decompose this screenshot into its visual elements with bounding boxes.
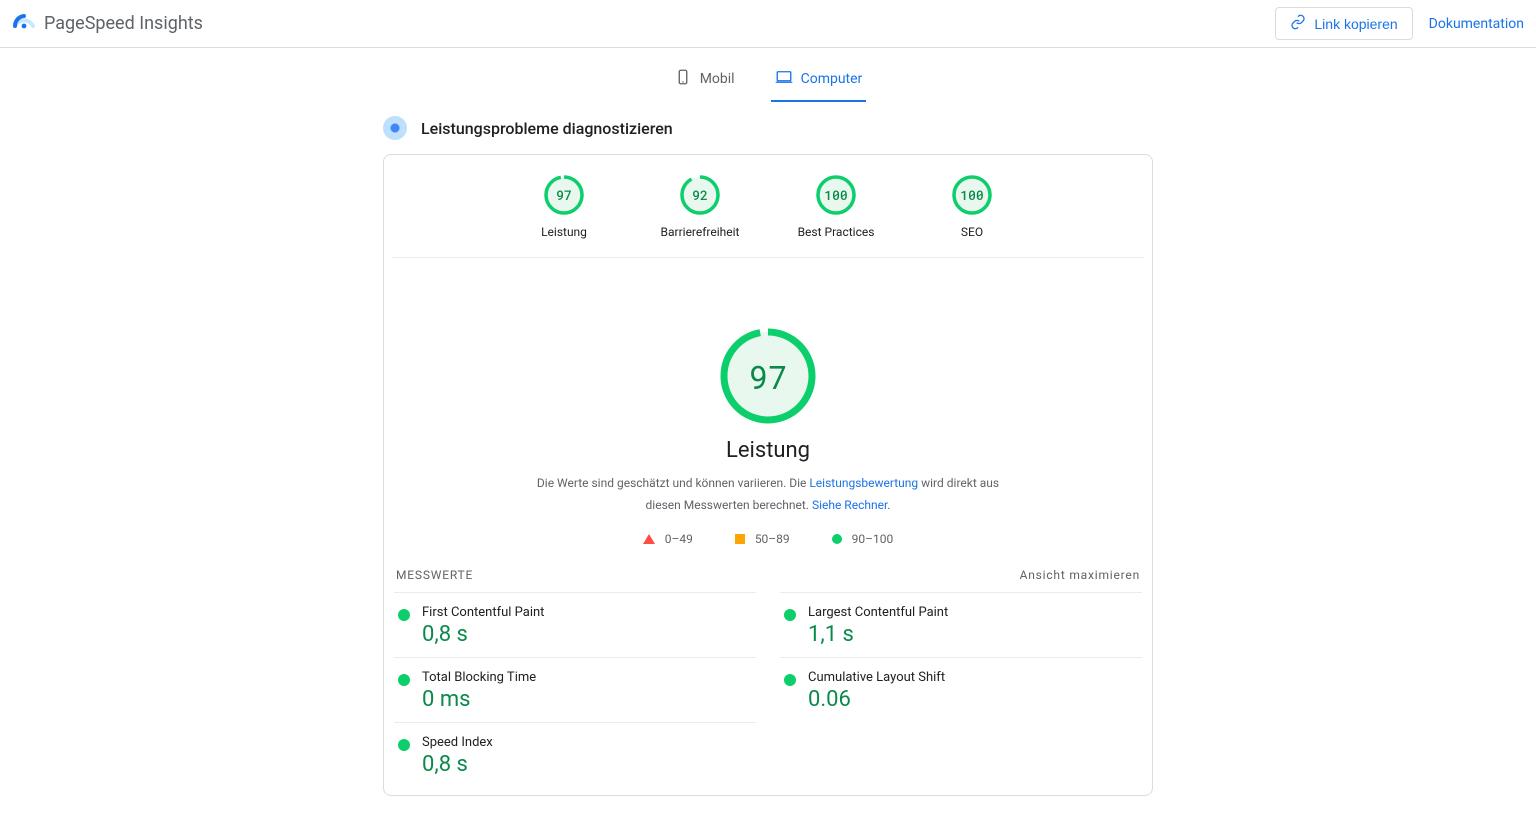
gauge-label: Barrierefreiheit: [661, 225, 740, 239]
performance-description: Die Werte sind geschätzt und können vari…: [528, 473, 1008, 516]
desc-text: Die Werte sind geschätzt und können vari…: [537, 476, 809, 490]
status-dot-icon: [398, 739, 410, 751]
metric-si: Speed Index 0,8 s: [394, 722, 756, 787]
metrics-title: Messwerte: [396, 568, 473, 582]
gauge-ring: 100: [816, 175, 856, 215]
legend-bad: 0–49: [643, 532, 693, 546]
metric-name: Largest Contentful Paint: [808, 605, 948, 620]
metric-cls: Cumulative Layout Shift 0.06: [780, 657, 1142, 722]
gauge-seo[interactable]: 100 SEO: [932, 175, 1012, 239]
metric-name: Speed Index: [422, 735, 493, 750]
tab-mobile[interactable]: Mobil: [670, 56, 739, 102]
report-card: 97 Leistung 92 Barrierefreiheit 100 Best…: [383, 154, 1153, 796]
pagespeed-logo-icon: [12, 10, 36, 38]
legend-label: 0–49: [665, 532, 693, 546]
gauge-label: Best Practices: [798, 225, 875, 239]
copy-link-button[interactable]: Link kopieren: [1275, 7, 1412, 40]
gauge-ring: 100: [952, 175, 992, 215]
tab-computer-label: Computer: [801, 71, 863, 87]
legend-mid: 50–89: [735, 532, 790, 546]
status-dot-icon: [784, 609, 796, 621]
status-dot-icon: [784, 674, 796, 686]
desc-text: .: [887, 498, 890, 512]
device-tabs: Mobil Computer: [0, 56, 1536, 102]
metric-tbt: Total Blocking Time 0 ms: [394, 657, 756, 722]
metric-value: 0.06: [808, 687, 945, 712]
performance-section: 97 Leistung Die Werte sind geschätzt und…: [388, 258, 1148, 558]
circle-icon: [832, 534, 842, 544]
metric-value: 0,8 s: [422, 622, 544, 647]
legend-label: 90–100: [852, 532, 894, 546]
gauge-label: Leistung: [541, 225, 587, 239]
expand-view-button[interactable]: Ansicht maximieren: [1020, 568, 1140, 582]
gauge-label: SEO: [961, 225, 983, 239]
metric-fcp: First Contentful Paint 0,8 s: [394, 592, 756, 657]
tab-mobile-label: Mobil: [700, 71, 735, 87]
brand[interactable]: PageSpeed Insights: [12, 10, 203, 38]
copy-link-label: Link kopieren: [1314, 16, 1397, 32]
rating-link[interactable]: Leistungsbewertung: [809, 476, 918, 490]
app-header: PageSpeed Insights Link kopieren Dokumen…: [0, 0, 1536, 48]
gauge-ring: 92: [680, 175, 720, 215]
section-header: Leistungsprobleme diagnostizieren: [383, 116, 1153, 140]
computer-icon: [775, 68, 793, 90]
metric-value: 0 ms: [422, 687, 536, 712]
performance-title: Leistung: [726, 438, 810, 463]
header-actions: Link kopieren Dokumentation: [1275, 7, 1524, 40]
status-dot-icon: [398, 674, 410, 686]
documentation-link[interactable]: Dokumentation: [1429, 16, 1524, 32]
gauge-barrierefreiheit[interactable]: 92 Barrierefreiheit: [660, 175, 740, 239]
category-gauges: 97 Leistung 92 Barrierefreiheit 100 Best…: [392, 175, 1144, 258]
gauge-best-practices[interactable]: 100 Best Practices: [796, 175, 876, 239]
performance-gauge: 97: [720, 328, 816, 424]
status-dot-icon: [398, 609, 410, 621]
tab-computer[interactable]: Computer: [771, 56, 867, 102]
legend-label: 50–89: [755, 532, 790, 546]
section-title: Leistungsprobleme diagnostizieren: [421, 119, 673, 138]
mobile-icon: [674, 68, 692, 90]
metric-value: 1,1 s: [808, 622, 948, 647]
performance-score: 97: [720, 328, 816, 424]
main-content: Leistungsprobleme diagnostizieren 97 Lei…: [383, 116, 1153, 796]
metric-name: Cumulative Layout Shift: [808, 670, 945, 685]
gauge-leistung[interactable]: 97 Leistung: [524, 175, 604, 239]
metric-name: Total Blocking Time: [422, 670, 536, 685]
score-legend: 0–49 50–89 90–100: [643, 532, 894, 546]
metric-lcp: Largest Contentful Paint 1,1 s: [780, 592, 1142, 657]
app-title: PageSpeed Insights: [44, 13, 203, 34]
triangle-icon: [643, 534, 655, 544]
legend-good: 90–100: [832, 532, 894, 546]
link-icon: [1290, 14, 1306, 33]
diagnose-icon: [383, 116, 407, 140]
gauge-score: 92: [680, 175, 720, 215]
metrics-grid: First Contentful Paint 0,8 s Largest Con…: [388, 592, 1148, 787]
square-icon: [735, 534, 745, 544]
gauge-score: 100: [816, 175, 856, 215]
metric-value: 0,8 s: [422, 752, 493, 777]
gauge-score: 97: [544, 175, 584, 215]
gauge-ring: 97: [544, 175, 584, 215]
gauge-score: 100: [952, 175, 992, 215]
metric-name: First Contentful Paint: [422, 605, 544, 620]
calculator-link[interactable]: Siehe Rechner: [812, 498, 887, 512]
metrics-header: Messwerte Ansicht maximieren: [388, 558, 1148, 592]
